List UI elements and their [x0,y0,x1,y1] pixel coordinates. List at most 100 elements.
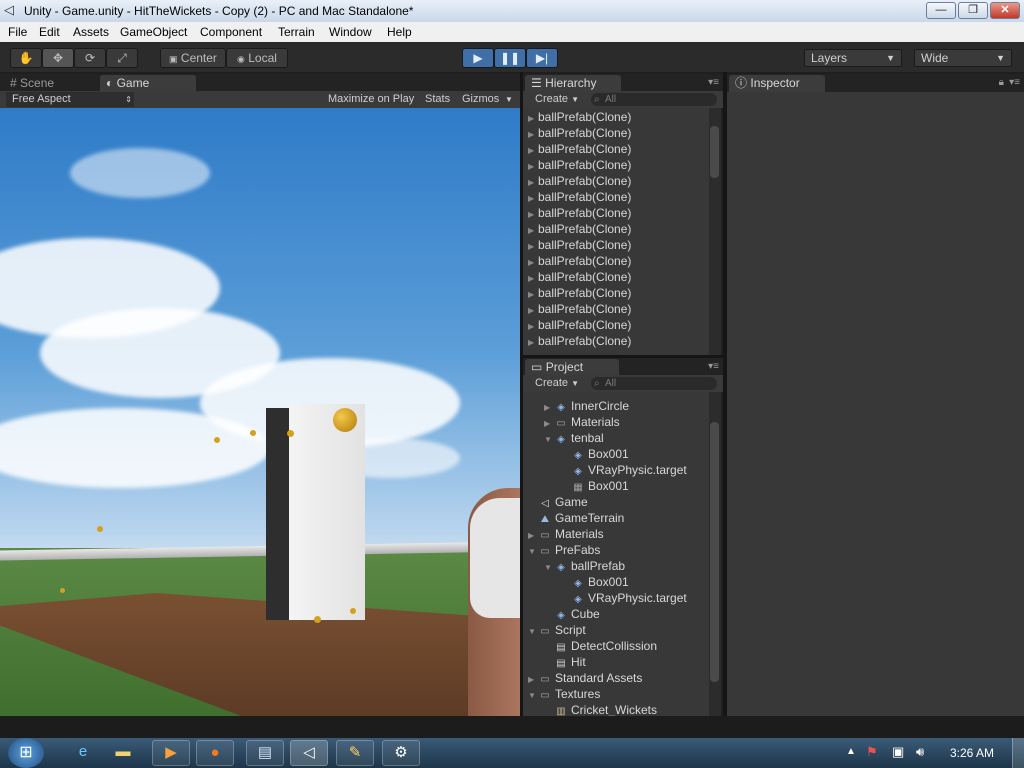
gizmos-toggle[interactable]: Gizmos [462,91,499,108]
project-item[interactable]: ▥ Cricket_Wickets [523,702,709,716]
hierarchy-item[interactable]: ▶ ballPrefab(Clone) [523,221,709,237]
project-scrollbar[interactable] [709,392,721,716]
firefox-taskbar-button[interactable]: ● [196,740,234,766]
scroll-thumb[interactable] [710,126,719,178]
hierarchy-create-button[interactable]: Create ▼ [535,91,579,108]
hierarchy-item[interactable]: ▶ ballPrefab(Clone) [523,189,709,205]
layout-dropdown[interactable]: Wide ▼ [914,49,1012,67]
clock[interactable]: 3:26 AM [950,746,994,760]
tab-project[interactable]: ▭ Project [525,359,619,376]
project-item[interactable]: ◈ VRayPhysic.target [523,462,709,478]
hierarchy-item[interactable]: ▶ ballPrefab(Clone) [523,125,709,141]
unity-taskbar-button[interactable]: ◁ [290,740,328,766]
rotate-tool-button[interactable]: ⟳ [74,48,106,68]
project-item[interactable]: ▶ ▭ Materials [523,414,709,430]
paint-taskbar-button[interactable]: ✎ [336,740,374,766]
hierarchy-item[interactable]: ▶ ballPrefab(Clone) [523,205,709,221]
menu-help[interactable]: Help [387,25,412,39]
project-item[interactable]: ▦ Box001 [523,478,709,494]
show-desktop-button[interactable] [1012,738,1024,768]
hierarchy-item[interactable]: ▶ ballPrefab(Clone) [523,237,709,253]
tab-project-label: Project [545,360,584,374]
hand-tool-button[interactable]: ✋ [10,48,42,68]
project-create-button[interactable]: Create ▼ [535,375,579,392]
pivot-local-button[interactable]: ◉ Local [226,48,288,68]
hierarchy-item[interactable]: ▶ ballPrefab(Clone) [523,173,709,189]
hierarchy-item[interactable]: ▶ ballPrefab(Clone) [523,269,709,285]
hierarchy-item-label: ballPrefab(Clone) [538,142,632,156]
tab-hierarchy[interactable]: ☰ Hierarchy [525,75,621,92]
stats-toggle[interactable]: Stats [425,91,450,108]
show-hidden-icons-icon[interactable]: ▲ [846,746,856,757]
project-item[interactable]: ▼ ◈ ballPrefab [523,558,709,574]
project-item[interactable]: ▤ DetectCollission [523,638,709,654]
scroll-thumb[interactable] [710,422,719,682]
project-item[interactable]: ▤ Hit [523,654,709,670]
menu-file[interactable]: File [8,25,27,39]
hierarchy-item[interactable]: ▶ ballPrefab(Clone) [523,333,709,349]
notepad-taskbar-button[interactable]: ▤ [246,740,284,766]
volume-icon[interactable]: 🔊︎ [916,744,924,760]
move-icon: ✥ [52,51,64,65]
hierarchy-item[interactable]: ▶ ballPrefab(Clone) [523,285,709,301]
project-item[interactable]: ▶ ▭ Standard Assets [523,670,709,686]
ie-taskbar-button[interactable]: e [64,740,102,766]
game-viewport[interactable] [0,108,520,716]
play-button[interactable]: ▶ [462,48,494,68]
project-item[interactable]: ▼ ◈ tenbal [523,430,709,446]
pivot-center-button[interactable]: ▣ Center [160,48,226,68]
action-center-flag-icon[interactable]: ⚑ [866,744,878,760]
step-button[interactable]: ▶| [526,48,558,68]
hierarchy-item[interactable]: ▶ ballPrefab(Clone) [523,141,709,157]
hierarchy-item[interactable]: ▶ ballPrefab(Clone) [523,253,709,269]
pause-button[interactable]: ❚❚ [494,48,526,68]
menu-terrain[interactable]: Terrain [278,25,315,39]
project-item[interactable]: ▶ ▭ Materials [523,526,709,542]
project-item[interactable]: ◈ VRayPhysic.target [523,590,709,606]
maximize-on-play-toggle[interactable]: Maximize on Play [328,91,414,108]
project-item[interactable]: ◈ Box001 [523,446,709,462]
expand-arrow-icon[interactable]: ▶ [528,335,538,351]
close-button[interactable]: ✕ [990,2,1020,19]
hierarchy-search-input[interactable]: ⌕ All [591,93,717,106]
project-item[interactable]: ▼ ▭ Script [523,622,709,638]
restore-button[interactable]: ❐ [958,2,988,19]
menu-assets[interactable]: Assets [73,25,109,39]
tab-scene[interactable]: # Scene [4,75,96,92]
project-item-label: Cube [571,607,600,621]
tab-inspector[interactable]: ⓘ Inspector [729,75,825,92]
start-button[interactable]: ⊞ [8,738,44,768]
project-item[interactable]: ⛰ GameTerrain [523,510,709,526]
network-icon[interactable]: ▣ [892,744,904,760]
hierarchy-item[interactable]: ▶ ballPrefab(Clone) [523,301,709,317]
tab-game[interactable]: ◐ Game [100,75,196,92]
hierarchy-item[interactable]: ▶ ballPrefab(Clone) [523,157,709,173]
project-item[interactable]: ▶ ◈ InnerCircle [523,398,709,414]
menu-edit[interactable]: Edit [39,25,60,39]
project-item[interactable]: ▼ ▭ Textures [523,686,709,702]
project-item-label: tenbal [571,431,604,445]
move-tool-button[interactable]: ✥ [42,48,74,68]
minimize-button[interactable]: — [926,2,956,19]
hierarchy-item[interactable]: ▶ ballPrefab(Clone) [523,109,709,125]
scale-tool-button[interactable]: ⤢ [106,48,138,68]
project-item[interactable]: ◈ Box001 [523,574,709,590]
layers-dropdown[interactable]: Layers ▼ [804,49,902,67]
menu-component[interactable]: Component [200,25,262,39]
panel-menu-icon[interactable]: ▾≡ [1009,77,1020,88]
menu-window[interactable]: Window [329,25,372,39]
hierarchy-scrollbar[interactable] [709,108,721,355]
project-search-input[interactable]: ⌕ All [591,377,717,390]
panel-menu-icon[interactable]: ▾≡ [708,361,719,372]
lock-icon[interactable]: 🔒︎ [999,77,1004,88]
menu-gameobject[interactable]: GameObject [120,25,187,39]
media-taskbar-button[interactable]: ▶ [152,740,190,766]
aspect-dropdown[interactable]: Free Aspect ⇕ [6,92,134,107]
explorer-taskbar-button[interactable]: ▬ [104,740,142,766]
hierarchy-item[interactable]: ▶ ballPrefab(Clone) [523,317,709,333]
project-item[interactable]: ▼ ▭ PreFabs [523,542,709,558]
project-item[interactable]: ◈ Cube [523,606,709,622]
panel-menu-icon[interactable]: ▾≡ [708,77,719,88]
settings-taskbar-button[interactable]: ⚙ [382,740,420,766]
project-item[interactable]: ◁ Game [523,494,709,510]
